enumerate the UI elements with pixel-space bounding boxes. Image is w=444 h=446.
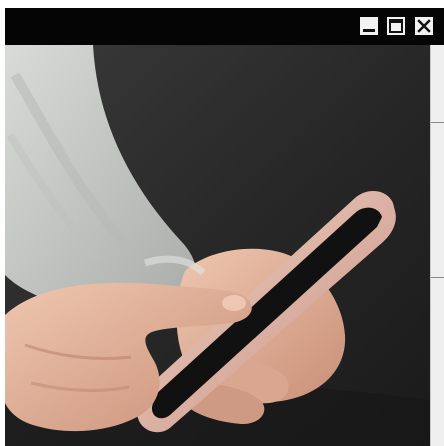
app-window [5, 8, 444, 446]
minimize-icon [360, 17, 378, 35]
close-button[interactable] [415, 17, 433, 35]
side-panel [430, 45, 444, 446]
title-bar[interactable] [5, 8, 444, 45]
close-icon [415, 17, 433, 35]
photo [5, 45, 430, 446]
side-divider [431, 277, 444, 278]
maximize-button[interactable] [387, 17, 405, 35]
maximize-icon [387, 17, 405, 35]
side-divider [431, 122, 444, 123]
minimize-button[interactable] [360, 17, 378, 35]
hands-holding-phone-image [5, 45, 430, 446]
window-content [5, 45, 444, 446]
